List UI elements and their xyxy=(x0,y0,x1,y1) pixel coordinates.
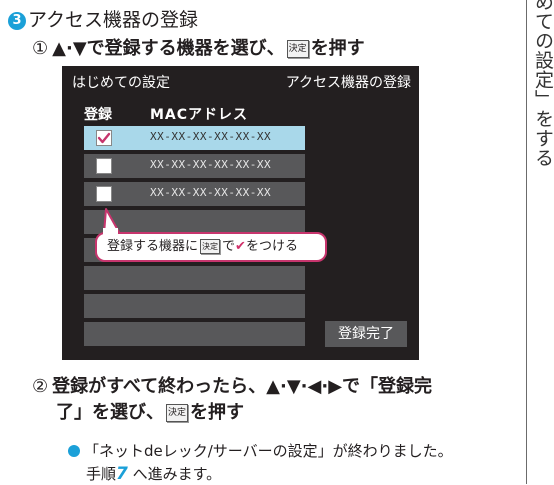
mac-address: XX-XX-XX-XX-XX-XX xyxy=(150,186,272,199)
section-number: 3 xyxy=(8,12,26,30)
step-2-line-1: ② 登録がすべて終わったら、▲·▼·◀·▶で「登録完 xyxy=(32,374,432,400)
screen-header: はじめての設定 アクセス機器の登録 xyxy=(62,66,419,94)
section-heading: 3 アクセス機器の登録 xyxy=(8,8,198,32)
step-2-number: ② xyxy=(32,376,49,397)
callout-text-pre: 登録する機器に xyxy=(107,239,199,254)
step-1: ① ▲·▼で登録する機器を選び、 決定 を押す xyxy=(32,36,365,62)
step-2-text-post: を押す xyxy=(190,402,245,423)
step-1-number: ① xyxy=(32,38,49,59)
register-complete-button[interactable]: 登録完了 xyxy=(325,321,407,347)
step-1-text-pre: ▲·▼で登録する機器を選び、 xyxy=(52,38,285,59)
column-header-register: 登録 xyxy=(84,107,112,123)
checkbox-unchecked[interactable] xyxy=(96,186,112,202)
enter-key-icon: 決定 xyxy=(166,404,189,422)
empty-row xyxy=(84,294,305,318)
callout-text-mid: で xyxy=(222,239,236,254)
callout-note: 登録する機器に 決定 で✔をつける xyxy=(95,232,327,262)
callout-pointer-join xyxy=(103,228,118,236)
checkmark-icon xyxy=(97,132,111,144)
step-link-number[interactable]: 7 xyxy=(116,464,128,484)
mac-address: XX-XX-XX-XX-XX-XX xyxy=(150,158,272,171)
empty-row xyxy=(84,266,305,290)
screen-title: はじめての設定 xyxy=(72,75,170,91)
enter-key-icon: 決定 xyxy=(200,239,221,254)
mac-address: XX-XX-XX-XX-XX-XX xyxy=(150,130,272,143)
note-text-post: へ進みます。 xyxy=(127,465,222,483)
column-header-mac: MACアドレス xyxy=(150,107,249,123)
empty-row xyxy=(84,322,305,346)
device-row[interactable]: XX-XX-XX-XX-XX-XX xyxy=(84,182,305,206)
step-1-text-post: を押す xyxy=(310,38,365,59)
bullet-icon xyxy=(68,445,80,457)
device-row[interactable]: XX-XX-XX-XX-XX-XX xyxy=(84,154,305,178)
checkmark-icon: ✔ xyxy=(235,239,246,254)
page-divider xyxy=(526,0,527,484)
note-text: 「ネットdeレック/サーバーの設定」が終わりました。 xyxy=(84,442,453,460)
note-line-2: 手順7 へ進みます。 xyxy=(86,463,221,485)
device-row[interactable]: XX-XX-XX-XX-XX-XX xyxy=(84,126,305,150)
step-2-text-pre: 了」を選び、 xyxy=(56,402,164,423)
step-2-line-2: 了」を選び、 決定 を押す xyxy=(56,400,244,426)
note-text-pre: 手順 xyxy=(86,465,117,483)
checkbox-checked[interactable] xyxy=(96,130,112,146)
callout-text-post: をつける xyxy=(245,239,298,254)
note-line-1: 「ネットdeレック/サーバーの設定」が終わりました。 xyxy=(68,440,453,462)
enter-key-icon: 決定 xyxy=(286,40,309,58)
side-title: めての設定」をする xyxy=(532,0,554,168)
step-2-text: 登録がすべて終わったら、▲·▼·◀·▶で「登録完 xyxy=(52,376,433,397)
section-title: アクセス機器の登録 xyxy=(28,9,199,31)
checkbox-unchecked[interactable] xyxy=(96,158,112,174)
screen-subtitle: アクセス機器の登録 xyxy=(285,75,411,91)
